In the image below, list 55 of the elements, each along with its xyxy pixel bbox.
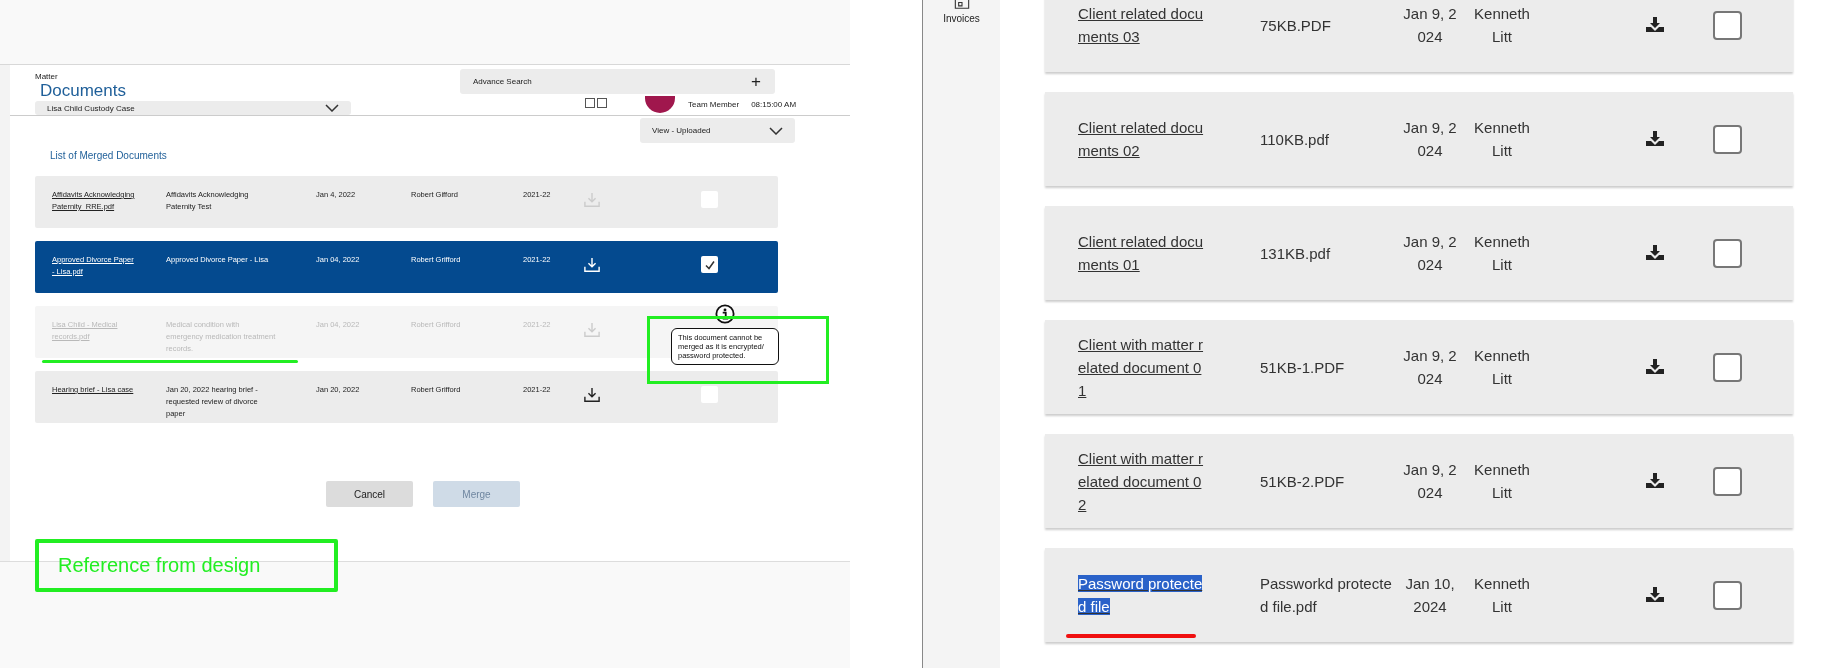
file-name: 51KB-2.PDF — [1260, 471, 1346, 492]
download-icon[interactable] — [1646, 587, 1664, 603]
matter-label: Matter — [35, 72, 58, 81]
document-link[interactable]: Client with matter related document 01 — [1078, 332, 1206, 402]
date-text: Jan 10, 2024 — [1404, 574, 1456, 617]
file-name: 131KB.pdf — [1260, 243, 1332, 264]
date-text: Jan 9, 2024 — [1402, 118, 1458, 161]
date-text: Jan 9, 2024 — [1402, 460, 1458, 503]
sidebar-item[interactable]: Invoices — [943, 13, 980, 24]
download-icon[interactable] — [1646, 359, 1664, 375]
document-link[interactable]: Client related documents 01 — [1078, 230, 1206, 276]
download-icon[interactable] — [1646, 131, 1664, 147]
checkbox[interactable] — [1713, 10, 1742, 40]
download-icon[interactable] — [583, 387, 601, 403]
chevron-down-icon — [769, 126, 783, 135]
owner-text: Kenneth Litt — [1473, 460, 1531, 503]
date-text: Jan 9, 2024 — [1402, 232, 1458, 275]
file-name: 110KB.pdf — [1260, 129, 1330, 150]
document-link[interactable]: Client with matter related document 02 — [1078, 446, 1206, 516]
document-link[interactable]: Client related documents 02 — [1078, 116, 1206, 162]
file-name: 75KB.PDF — [1260, 15, 1332, 36]
owner-text: Kenneth Litt — [1473, 118, 1531, 161]
download-icon[interactable] — [1646, 245, 1664, 261]
user-role: Team Member — [688, 99, 740, 109]
file-name: Passworkd protected file.pdf — [1260, 574, 1393, 617]
checkbox[interactable] — [1713, 124, 1742, 154]
owner-text: Kenneth Litt — [1473, 574, 1531, 617]
download-icon[interactable] — [1646, 473, 1664, 489]
owner-text: Kenneth Litt — [1473, 346, 1531, 389]
checkbox[interactable] — [1713, 580, 1742, 610]
date-text: Jan 9, 2024 — [1402, 346, 1458, 389]
list-title: List of Merged Documents — [50, 150, 168, 161]
action-button[interactable]: Cancel — [326, 481, 413, 507]
chevron-down-icon — [325, 104, 339, 112]
checkbox[interactable] — [701, 256, 718, 273]
advance-search-bar[interactable]: Advance Search + — [460, 69, 775, 94]
annotation-label: Reference from design — [35, 539, 338, 592]
window-icon[interactable] — [585, 98, 607, 108]
file-name: 51KB-1.PDF — [1260, 357, 1346, 378]
document-link[interactable]: Client related documents 03 — [1078, 2, 1206, 48]
checkbox[interactable] — [1713, 238, 1742, 268]
info-icon[interactable] — [715, 304, 735, 324]
matter-select[interactable]: Lisa Child Custody Case — [35, 101, 351, 115]
avatar[interactable] — [645, 96, 675, 113]
view-select[interactable]: View - Uploaded — [640, 118, 795, 143]
check-icon — [703, 258, 716, 271]
add-symbol[interactable]: + — [751, 73, 761, 90]
date-text: Jan 9, 2024 — [1402, 4, 1458, 47]
checkbox[interactable] — [1713, 466, 1742, 496]
download-icon[interactable] — [1646, 17, 1664, 33]
owner-text: Kenneth Litt — [1473, 4, 1531, 47]
checkbox[interactable] — [1713, 352, 1742, 382]
page-title: Documents — [40, 81, 126, 100]
owner-text: Kenneth Litt — [1473, 232, 1531, 275]
time-text: 08:15:00 AM — [751, 99, 797, 109]
